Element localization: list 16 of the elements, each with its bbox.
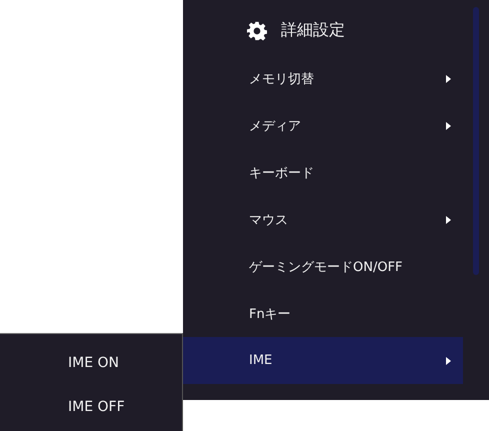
menu-item[interactable]: ゲーミングモードON/OFF <box>183 243 463 290</box>
submenu-arrow-icon <box>446 74 451 82</box>
menu-item[interactable]: メモリ切替 <box>183 55 463 102</box>
menu-item[interactable]: メディア <box>183 102 463 149</box>
menu-item[interactable]: IME <box>183 337 463 384</box>
menu-header: 詳細設定 <box>281 20 345 41</box>
submenu-arrow-icon <box>446 216 451 224</box>
gear-icon <box>247 20 267 40</box>
submenu-item[interactable]: IME ON <box>0 341 182 385</box>
menu-item[interactable]: Fnキー <box>183 290 463 337</box>
scrollbar[interactable] <box>473 7 479 275</box>
submenu-item[interactable]: IME OFF <box>0 385 182 429</box>
submenu-arrow-icon <box>446 122 451 130</box>
submenu-arrow-icon <box>446 356 451 364</box>
menu-item[interactable]: マウス <box>183 196 463 243</box>
menu-item[interactable]: キーボード <box>183 149 463 196</box>
